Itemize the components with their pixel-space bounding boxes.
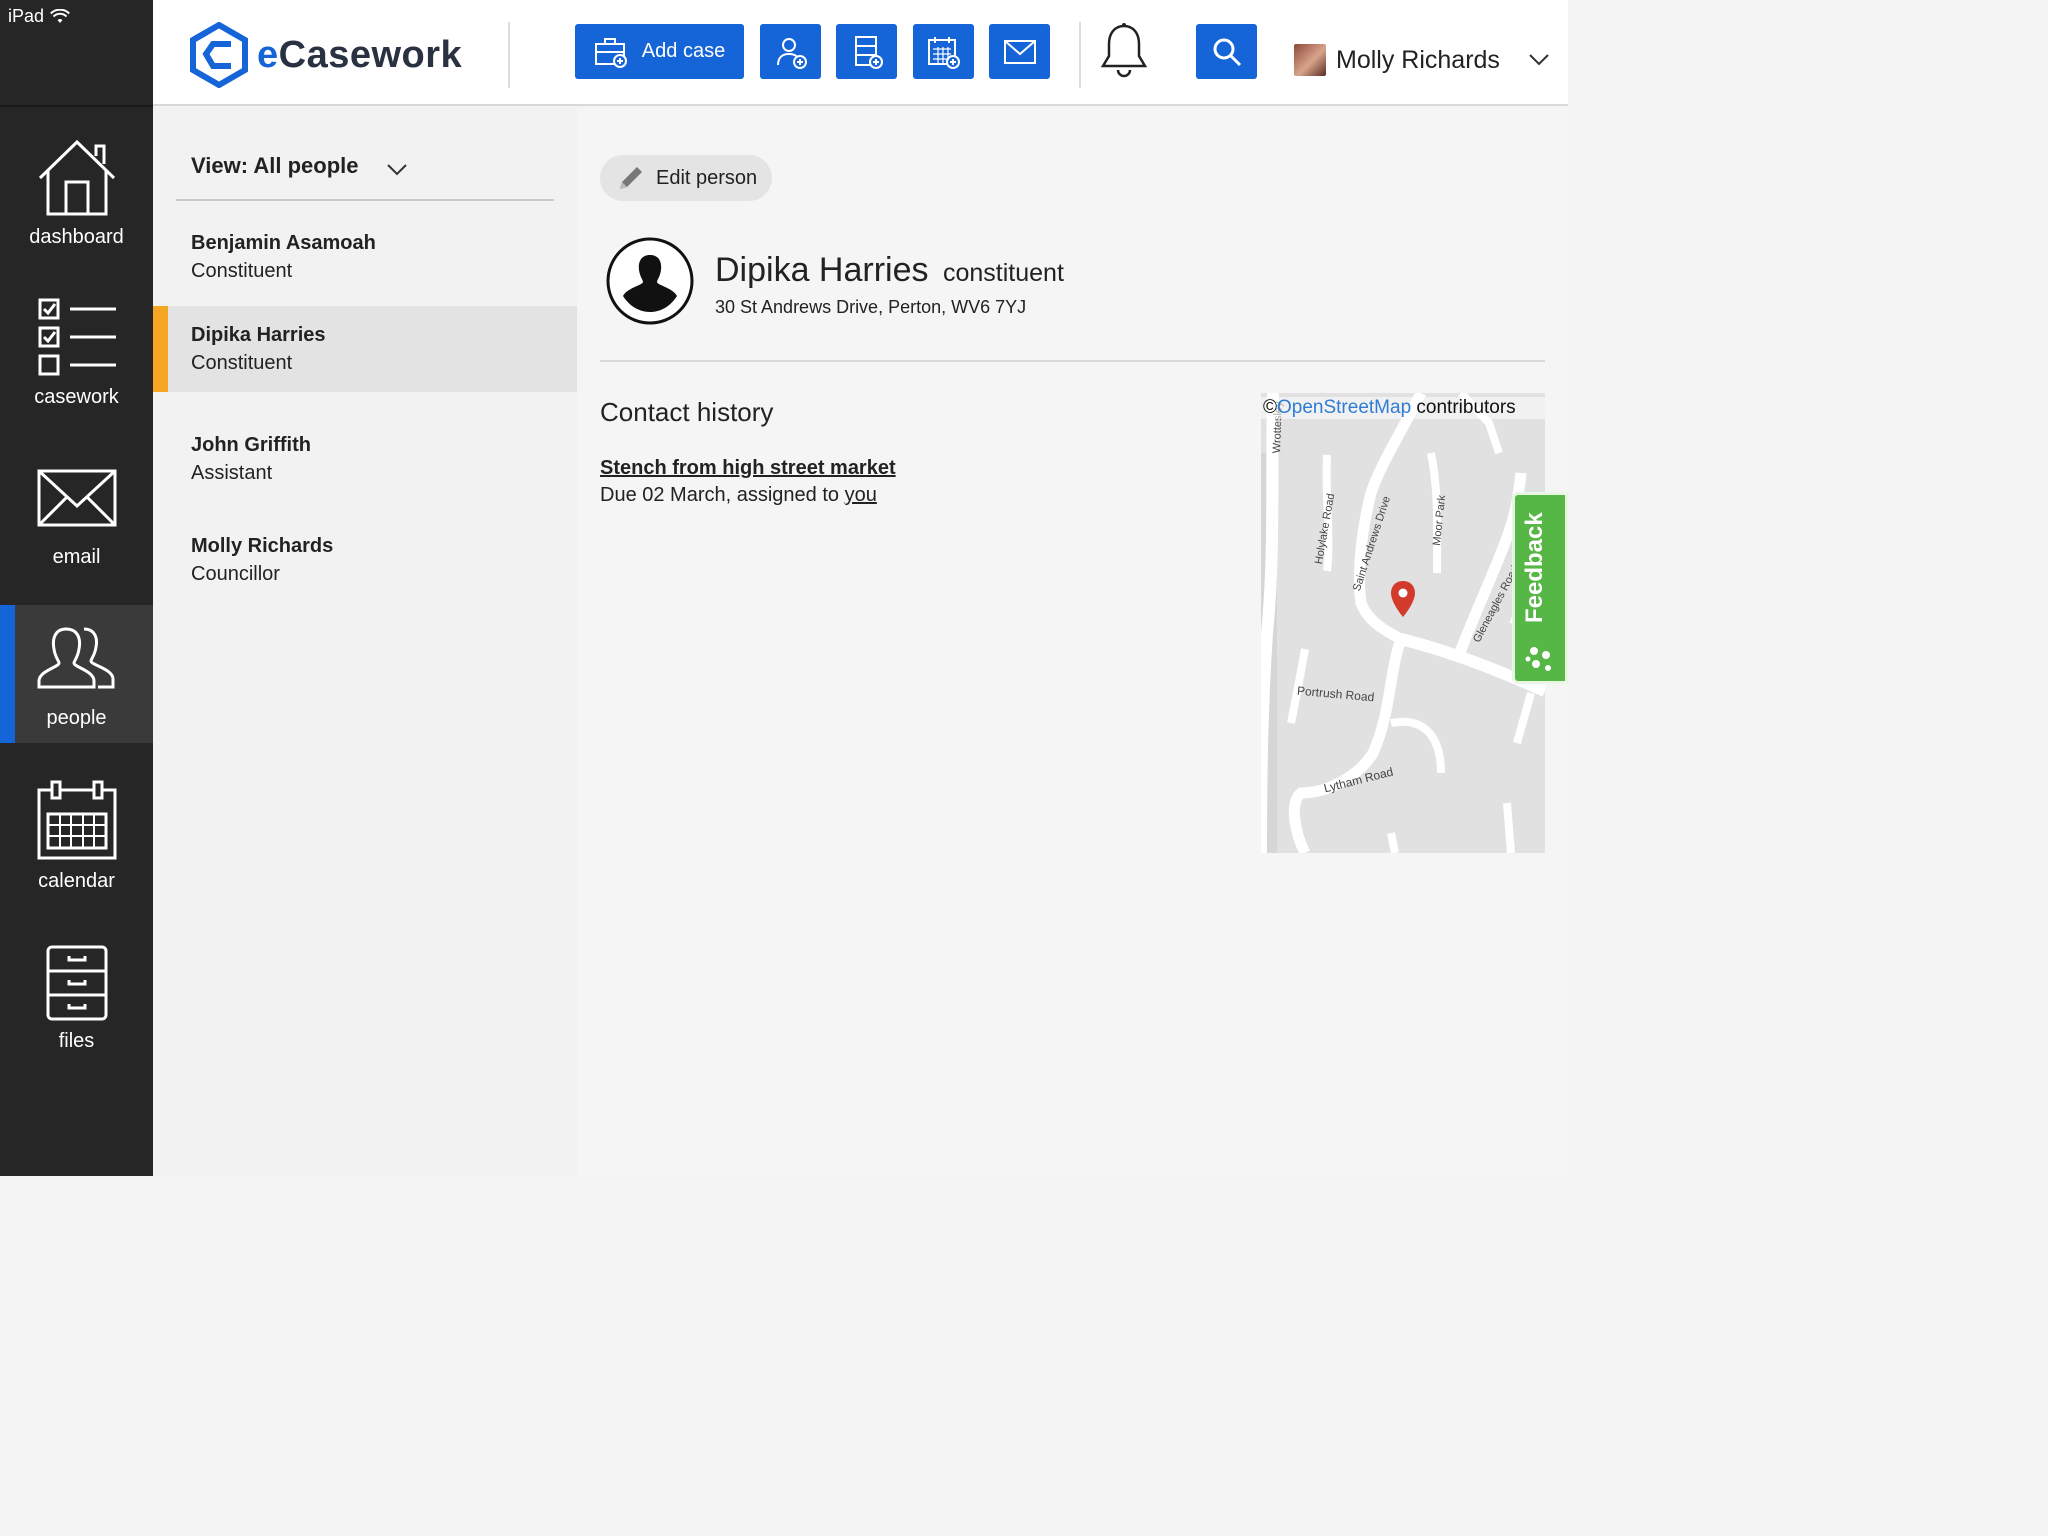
nav-label-casework: casework xyxy=(34,386,119,408)
person-name: John Griffith xyxy=(191,434,311,456)
nav-label-dashboard: dashboard xyxy=(29,226,124,248)
cabinet-add-icon xyxy=(854,35,883,69)
nav-label-files: files xyxy=(58,1030,95,1052)
chevron-down-icon xyxy=(1529,54,1549,66)
edit-person-button[interactable]: Edit person xyxy=(600,155,772,201)
pencil-icon xyxy=(620,167,642,189)
chevron-down-icon[interactable] xyxy=(386,163,408,177)
nav-label-calendar: calendar xyxy=(38,870,115,892)
sidebar: iPad dashboard casework email people cal… xyxy=(0,0,153,1176)
attribution-suffix: contributors xyxy=(1411,397,1516,418)
notifications-bell-icon[interactable] xyxy=(1099,22,1149,80)
view-filter-select[interactable]: View: All people xyxy=(191,153,358,179)
user-name: Molly Richards xyxy=(1336,45,1500,74)
person-type: constituent xyxy=(943,259,1064,287)
nav-label-email: email xyxy=(52,546,101,568)
person-avatar-icon xyxy=(606,237,694,325)
sidebar-divider xyxy=(0,105,153,107)
map-attribution: ©OpenStreetMap contributors xyxy=(1261,397,1545,419)
home-icon xyxy=(38,139,116,216)
person-name: Dipika Harries xyxy=(191,324,326,346)
app-name-rest: Casework xyxy=(278,33,463,76)
add-case-label: Add case xyxy=(641,40,726,62)
header-divider xyxy=(508,22,510,88)
status-bar: iPad xyxy=(8,6,70,27)
list-item[interactable]: Molly Richards Councillor xyxy=(153,517,577,603)
case-link[interactable]: Stench from high street market xyxy=(600,457,896,480)
person-add-icon xyxy=(776,37,807,69)
add-file-button[interactable] xyxy=(836,24,897,79)
location-map[interactable]: Wrottesley Holylake Road Saint Andrews D… xyxy=(1261,393,1545,853)
file-cabinet-icon xyxy=(46,945,108,1021)
person-role: Assistant xyxy=(191,462,273,484)
case-meta: Due 02 March, assigned to you xyxy=(600,484,877,507)
person-role: Councillor xyxy=(191,563,280,585)
nav-label-people: people xyxy=(46,707,107,729)
contact-history-title: Contact history xyxy=(600,397,774,427)
nav-item-email[interactable]: email xyxy=(0,452,153,590)
ecasework-logo-icon xyxy=(190,22,248,88)
checklist-icon xyxy=(38,298,116,376)
map-roads xyxy=(1261,393,1545,853)
nav-item-calendar[interactable]: calendar xyxy=(0,776,153,914)
assignee-link[interactable]: you xyxy=(845,484,877,506)
copyright-symbol: © xyxy=(1263,397,1277,418)
osm-link[interactable]: OpenStreetMap xyxy=(1277,397,1411,418)
add-case-button[interactable]: Add case xyxy=(575,24,744,79)
person-name: Molly Richards xyxy=(191,535,334,557)
app-name: eCasework xyxy=(257,34,462,77)
people-icon xyxy=(37,627,115,689)
envelope-icon xyxy=(37,469,117,527)
feedback-tab[interactable]: Feedback xyxy=(1512,492,1568,684)
add-person-button[interactable] xyxy=(760,24,821,79)
edit-person-label: Edit person xyxy=(656,166,758,189)
calendar-add-icon xyxy=(927,36,960,69)
app-logo[interactable]: eCasework xyxy=(189,22,462,88)
list-item-selected[interactable]: Dipika Harries Constituent xyxy=(153,306,577,392)
search-icon xyxy=(1213,38,1241,66)
nav-item-files[interactable]: files xyxy=(0,940,153,1078)
map-pin-icon xyxy=(1391,581,1415,617)
header-divider-2 xyxy=(1079,22,1081,88)
briefcase-add-icon xyxy=(594,37,627,68)
person-role: Constituent xyxy=(191,352,293,374)
app-name-prefix: e xyxy=(257,33,279,76)
case-due-text: Due 02 March, assigned to xyxy=(600,484,845,506)
top-header: eCasework Add case Molly Richards xyxy=(153,0,1568,106)
feedback-dots-icon xyxy=(1525,647,1551,671)
nav-item-people[interactable]: people xyxy=(0,605,153,743)
compose-email-button[interactable] xyxy=(989,24,1050,79)
person-name-heading: Dipika Harries xyxy=(715,251,929,289)
nav-item-casework[interactable]: casework xyxy=(0,292,153,430)
person-role: Constituent xyxy=(191,260,293,282)
person-detail-pane: Edit person Dipika Harries constituent 3… xyxy=(577,107,1568,1176)
person-name: Benjamin Asamoah xyxy=(191,232,376,254)
nav-item-dashboard[interactable]: dashboard xyxy=(0,132,153,270)
detail-divider xyxy=(600,360,1545,362)
envelope-icon xyxy=(1003,39,1036,64)
search-button[interactable] xyxy=(1196,24,1257,79)
person-address: 30 St Andrews Drive, Perton, WV6 7YJ xyxy=(715,297,1027,317)
calendar-icon xyxy=(37,780,117,860)
list-divider xyxy=(176,199,554,201)
wifi-icon xyxy=(50,8,70,23)
device-label: iPad xyxy=(8,6,45,26)
add-event-button[interactable] xyxy=(913,24,974,79)
avatar xyxy=(1294,44,1326,76)
user-menu[interactable]: Molly Richards xyxy=(1294,44,1550,76)
list-item[interactable]: Benjamin Asamoah Constituent xyxy=(153,214,577,300)
feedback-label: Feedback xyxy=(1521,512,1548,623)
people-list-pane: View: All people Benjamin Asamoah Consti… xyxy=(153,107,577,1176)
list-item[interactable]: John Griffith Assistant xyxy=(153,416,577,502)
